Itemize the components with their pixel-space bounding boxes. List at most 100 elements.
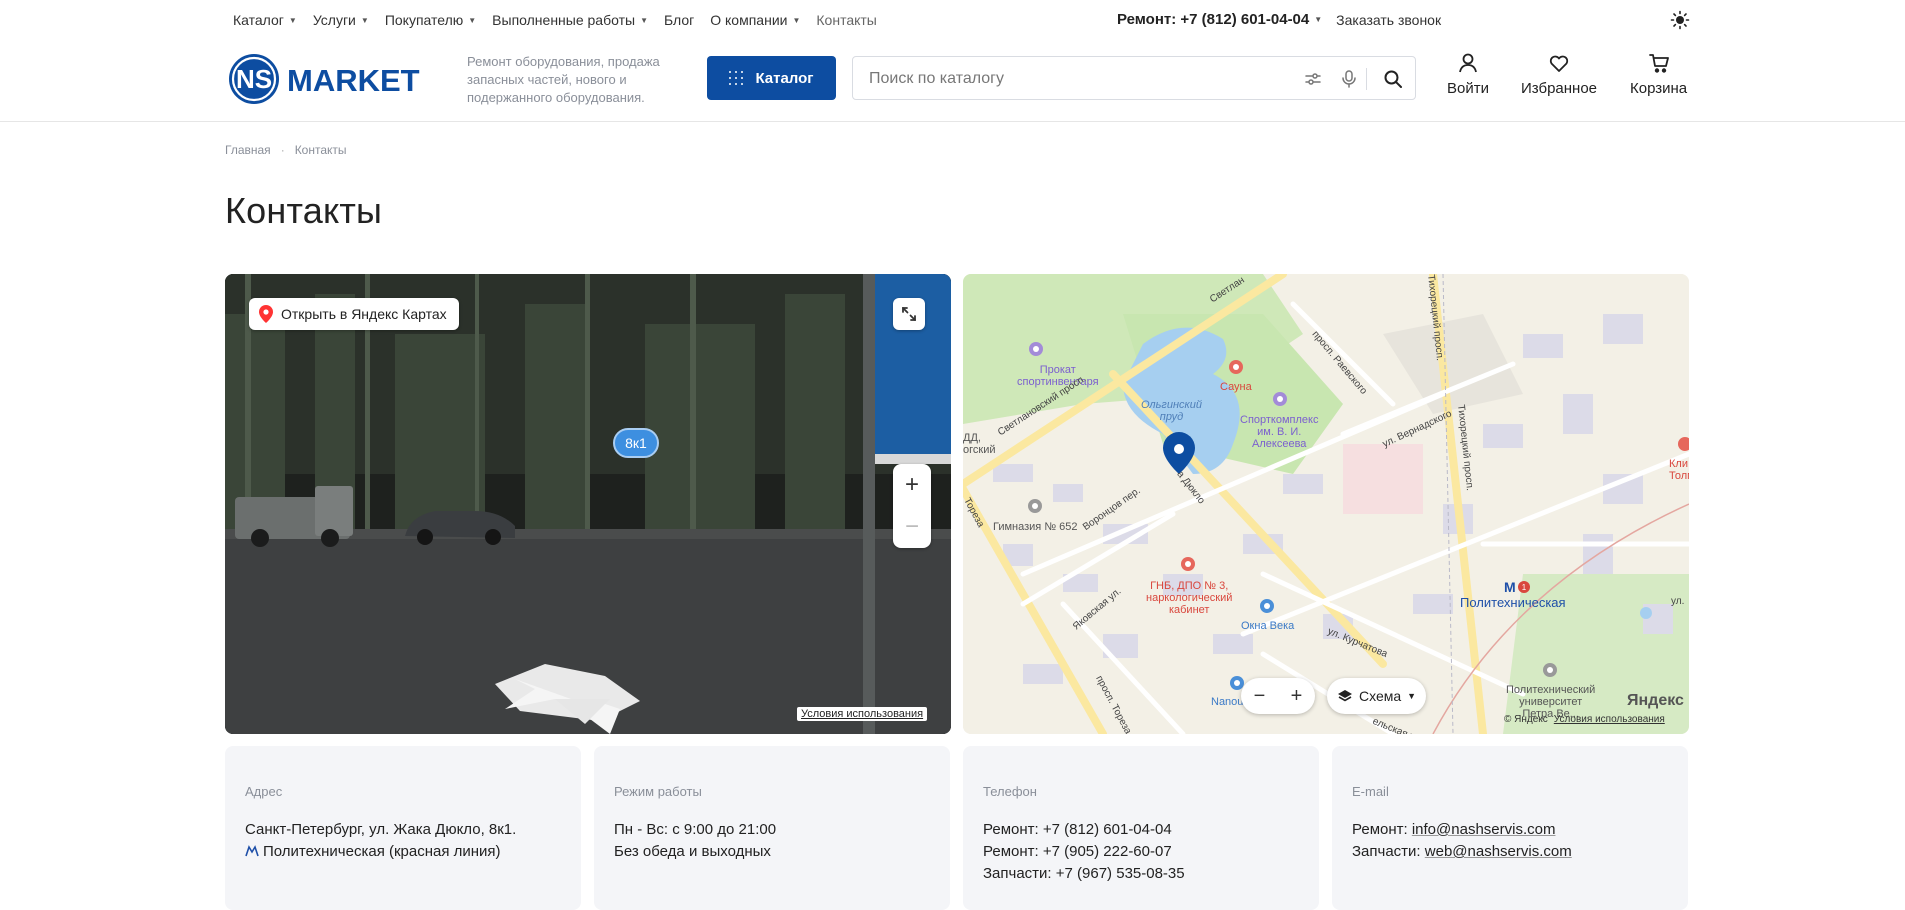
map-label-klin: КлиТолма — [1669, 458, 1689, 482]
caret-down-icon: ▼ — [1407, 691, 1417, 701]
svg-text:М: М — [1504, 579, 1516, 595]
address-card: Адрес Санкт-Петербург, ул. Жака Дюкло, 8… — [225, 746, 581, 910]
house-number-badge[interactable]: 8к1 — [613, 428, 659, 458]
topnav-item-about[interactable]: О компании ▼ — [710, 12, 800, 28]
search-icon[interactable] — [1383, 69, 1403, 89]
email-label: E-mail — [1352, 784, 1389, 799]
search-separator — [1366, 68, 1367, 90]
favorites-label: Избранное — [1521, 80, 1598, 97]
email-line-1: Ремонт: info@nashservis.com — [1352, 819, 1668, 841]
panorama-terms-link[interactable]: Условия использования — [797, 707, 928, 721]
map-label-metro: Политехническая — [1460, 595, 1566, 610]
filter-sliders-icon[interactable] — [1303, 69, 1323, 89]
chevron-down-icon: ▼ — [640, 15, 648, 25]
topnav-item-catalog[interactable]: Каталог ▼ — [233, 12, 297, 28]
street-panorama[interactable]: Открыть в Яндекс Картах + − 8к1 Условия … — [225, 274, 951, 734]
phone-line-2[interactable]: Ремонт: +7 (905) 222-60-07 — [983, 841, 1299, 863]
map-label-sport-complex: Спорткомплекс им. В. И. Алексеева — [1240, 414, 1319, 450]
map-copyright: © Яндекс Условия использования — [1504, 714, 1665, 725]
breadcrumb-separator: · — [280, 143, 285, 157]
zoom-in-icon[interactable]: + — [1291, 685, 1303, 708]
topnav-item-blog[interactable]: Блог — [664, 12, 694, 28]
top-phone: Ремонт: +7 (812) 601-04-04 ▼ Заказать зв… — [1117, 11, 1441, 28]
topnav-item-services[interactable]: Услуги ▼ — [313, 12, 369, 28]
user-icon — [1459, 53, 1477, 73]
topnav-label: Блог — [664, 12, 695, 28]
site-logo[interactable]: NS MARKET — [227, 52, 432, 106]
login-label: Войти — [1447, 80, 1489, 97]
hours-line-2: Без обеда и выходных — [614, 843, 771, 860]
map-label-ddsk: ДД, огский — [963, 432, 996, 456]
map-zoom-control: − + — [1241, 678, 1315, 714]
chevron-down-icon: ▼ — [1314, 15, 1323, 24]
callback-link[interactable]: Заказать звонок — [1336, 12, 1441, 28]
metro-line-text: Политехническая (красная линия) — [263, 843, 501, 860]
topnav-label: О компании — [710, 12, 788, 28]
map-layer-label: Схема — [1359, 688, 1402, 704]
grid-dots-icon — [729, 71, 744, 85]
yandex-logo: Яндекс — [1627, 692, 1684, 709]
topnav-item-buyers[interactable]: Покупателю ▼ — [385, 12, 476, 28]
hours-card: Режим работы Пн - Вс: с 9:00 до 21:00 Бе… — [594, 746, 950, 910]
map-label-okna: Окна Века — [1241, 620, 1295, 632]
microphone-icon[interactable] — [1339, 69, 1359, 89]
favorites-button[interactable]: Избранное — [1521, 52, 1597, 97]
topnav-label: Выполненные работы — [492, 12, 636, 28]
logo-market-text: MARKET — [287, 63, 420, 98]
panorama-zoom-control: + − — [893, 464, 931, 548]
top-nav: Каталог ▼ Услуги ▼ Покупателю ▼ Выполненные… — [233, 12, 893, 28]
breadcrumb-home[interactable]: Главная — [225, 143, 271, 157]
email-prefix: Запчасти: — [1352, 843, 1425, 860]
zoom-in-icon[interactable]: + — [893, 464, 931, 506]
expand-icon[interactable] — [893, 298, 925, 330]
topnav-item-works[interactable]: Выполненные работы ▼ — [492, 12, 648, 28]
map-label-sauna: Сауна — [1220, 381, 1252, 393]
map-terms-link[interactable]: Условия использования — [1554, 714, 1665, 725]
address-label: Адрес — [245, 784, 283, 799]
heart-icon — [1549, 55, 1569, 72]
topnav-label: Покупателю — [384, 12, 464, 28]
logo-ns-text: NS — [236, 64, 272, 94]
zoom-out-icon[interactable]: − — [893, 506, 931, 548]
email-prefix: Ремонт: — [1352, 821, 1412, 838]
cart-button[interactable]: Корзина — [1630, 52, 1687, 97]
site-tagline: Ремонт оборудования, продажа запасных ча… — [467, 54, 660, 105]
map-label-nanou: Nanou — [1211, 696, 1244, 708]
breadcrumb-current: Контакты — [294, 143, 347, 157]
phone-line-3[interactable]: Запчасти: +7 (967) 535-08-35 — [983, 863, 1299, 885]
phone-line-1[interactable]: Ремонт: +7 (812) 601-04-04 — [983, 819, 1299, 841]
hours-line-1: Пн - Вс: с 9:00 до 21:00 — [614, 821, 777, 838]
chevron-down-icon: ▼ — [468, 15, 477, 25]
chevron-down-icon: ▼ — [792, 15, 801, 25]
phone-label: Телефон — [983, 784, 1037, 799]
catalog-button[interactable]: Каталог — [707, 56, 836, 100]
search-input[interactable] — [869, 68, 1269, 90]
layers-icon — [1338, 690, 1352, 702]
map-layer-button[interactable]: Схема ▼ — [1327, 678, 1427, 714]
topnav-item-contacts[interactable]: Контакты — [816, 12, 876, 28]
top-bar: Каталог ▼ Услуги ▼ Покупателю ▼ Выполненные… — [0, 0, 1905, 40]
page-title: Контакты — [225, 190, 383, 231]
phone-dropdown[interactable]: Ремонт: +7 (812) 601-04-04 — [1117, 11, 1309, 28]
hours-label: Режим работы — [614, 784, 702, 799]
email-link-parts[interactable]: web@nashservis.com — [1425, 843, 1572, 860]
site-header: NS MARKET Ремонт оборудования, продажа з… — [0, 40, 1905, 122]
address-line: Санкт-Петербург, ул. Жака Дюкло, 8к1. — [245, 821, 517, 838]
phone-card: Телефон Ремонт: +7 (812) 601-04-04 Ремон… — [963, 746, 1319, 910]
email-card: E-mail Ремонт: info@nashservis.com Запча… — [1332, 746, 1688, 910]
map-copyright-text: © Яндекс — [1504, 714, 1548, 725]
breadcrumb: Главная · Контакты — [225, 143, 347, 157]
topnav-label: Контакты — [816, 12, 877, 28]
yandex-map[interactable]: М 1 Прокат спортинвентаря Ольгинский пруд … — [963, 274, 1689, 734]
chevron-down-icon: ▼ — [288, 15, 297, 25]
theme-toggle-sun-icon[interactable] — [1670, 10, 1690, 30]
open-in-yandex-label: Открыть в Яндекс Картах — [281, 306, 447, 322]
topnav-label: Услуги — [312, 12, 356, 28]
map-label-pond: Ольгинский пруд — [1141, 399, 1202, 423]
email-link-repair[interactable]: info@nashservis.com — [1412, 821, 1556, 838]
chevron-down-icon: ▼ — [360, 15, 369, 25]
login-button[interactable]: Войти — [1447, 52, 1489, 97]
zoom-out-icon[interactable]: − — [1254, 685, 1266, 708]
open-in-yandex-button[interactable]: Открыть в Яндекс Картах — [249, 298, 459, 330]
map-label-gnb: ГНБ, ДПО № 3, наркологический кабинет — [1146, 580, 1233, 616]
